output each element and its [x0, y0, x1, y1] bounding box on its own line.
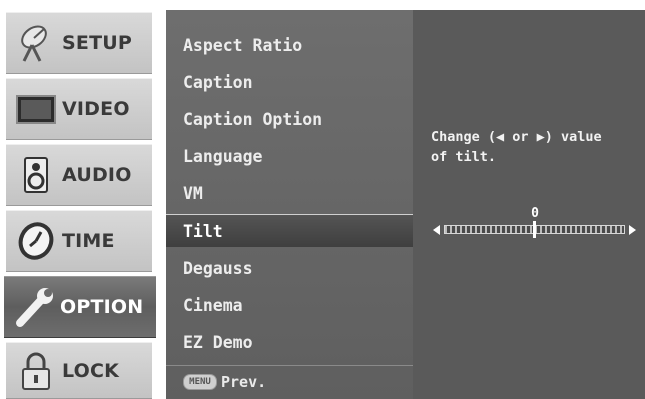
clock-icon	[12, 217, 60, 265]
detail-panel: Change (◀ or ▶) value of tilt. 0	[413, 10, 645, 399]
tab-time-label: TIME	[62, 230, 115, 252]
tab-lock-label: LOCK	[62, 359, 120, 382]
tab-lock[interactable]: LOCK	[6, 342, 152, 399]
left-arrow-icon[interactable]	[433, 225, 440, 235]
prev-label: Prev.	[221, 373, 267, 391]
menu-item-ez-demo[interactable]: EZ Demo	[166, 324, 413, 361]
speaker-icon	[12, 151, 60, 199]
menu-item-caption[interactable]: Caption	[166, 64, 413, 101]
tab-time[interactable]: TIME	[6, 210, 152, 272]
menu-item-degauss[interactable]: Degauss	[166, 250, 413, 287]
help-text: Change (◀ or ▶) value of tilt.	[431, 129, 602, 165]
tab-setup[interactable]: SETUP	[6, 12, 152, 74]
menu-item-tilt[interactable]: Tilt	[166, 214, 413, 247]
option-menu: Aspect Ratio Caption Caption Option Lang…	[166, 10, 413, 399]
menu-key-icon: MENU	[183, 374, 217, 390]
menu-item-language[interactable]: Language	[166, 138, 413, 175]
tv-screen-icon	[12, 85, 60, 133]
tab-audio[interactable]: AUDIO	[6, 144, 152, 206]
satellite-dish-icon	[12, 19, 60, 67]
tab-audio-label: AUDIO	[62, 164, 132, 186]
wrench-icon	[10, 283, 58, 331]
slider-value: 0	[531, 206, 539, 221]
tab-option-label: OPTION	[60, 296, 144, 318]
padlock-icon	[12, 347, 60, 395]
right-arrow-icon[interactable]	[629, 225, 636, 235]
tilt-slider-thumb[interactable]	[533, 221, 536, 238]
prev-button[interactable]: MENU Prev.	[183, 373, 266, 391]
tab-setup-label: SETUP	[62, 32, 132, 54]
category-tabs: SETUP VIDEO AUDIO TIME OPTION LOCK	[0, 0, 158, 399]
menu-item-aspect-ratio[interactable]: Aspect Ratio	[166, 27, 413, 64]
menu-divider	[166, 365, 413, 366]
menu-item-caption-option[interactable]: Caption Option	[166, 101, 413, 138]
tab-video[interactable]: VIDEO	[6, 78, 152, 140]
menu-item-vm[interactable]: VM	[166, 175, 413, 212]
tab-video-label: VIDEO	[62, 98, 130, 120]
tab-option[interactable]: OPTION	[4, 276, 156, 338]
menu-item-cinema[interactable]: Cinema	[166, 287, 413, 324]
